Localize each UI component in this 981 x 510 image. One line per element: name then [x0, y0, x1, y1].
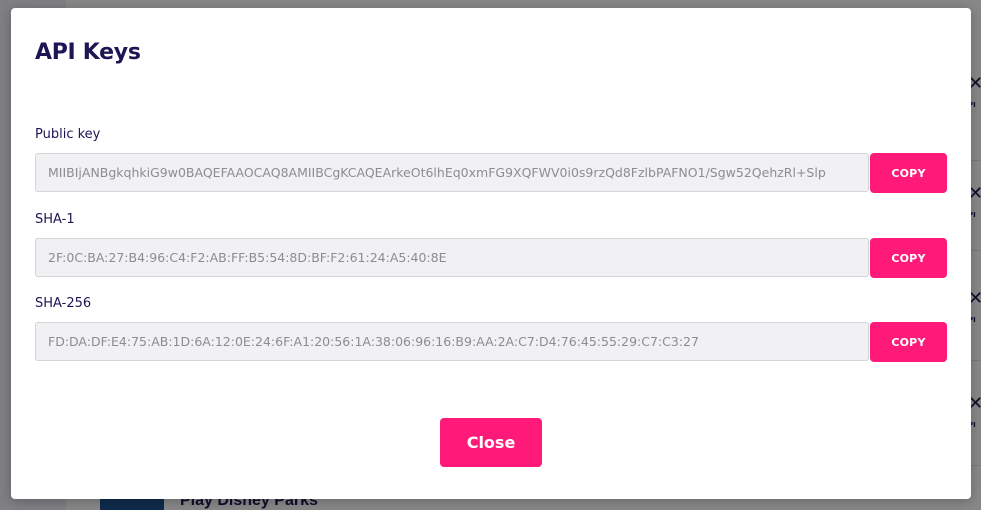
sha256-label: SHA-256 — [35, 296, 92, 311]
copy-sha1-button[interactable]: COPY — [870, 238, 947, 278]
sha256-field[interactable] — [35, 322, 869, 361]
close-button[interactable]: Close — [440, 418, 542, 467]
copy-public-key-button[interactable]: COPY — [870, 153, 947, 193]
public-key-field[interactable] — [35, 153, 869, 192]
modal-title: API Keys — [35, 40, 141, 65]
public-key-label: Public key — [35, 127, 101, 142]
api-keys-modal: API Keys Public key COPY SHA-1 COPY SHA-… — [11, 8, 971, 499]
copy-sha256-button[interactable]: COPY — [870, 322, 947, 362]
sha1-label: SHA-1 — [35, 212, 75, 227]
sha1-field[interactable] — [35, 238, 869, 277]
